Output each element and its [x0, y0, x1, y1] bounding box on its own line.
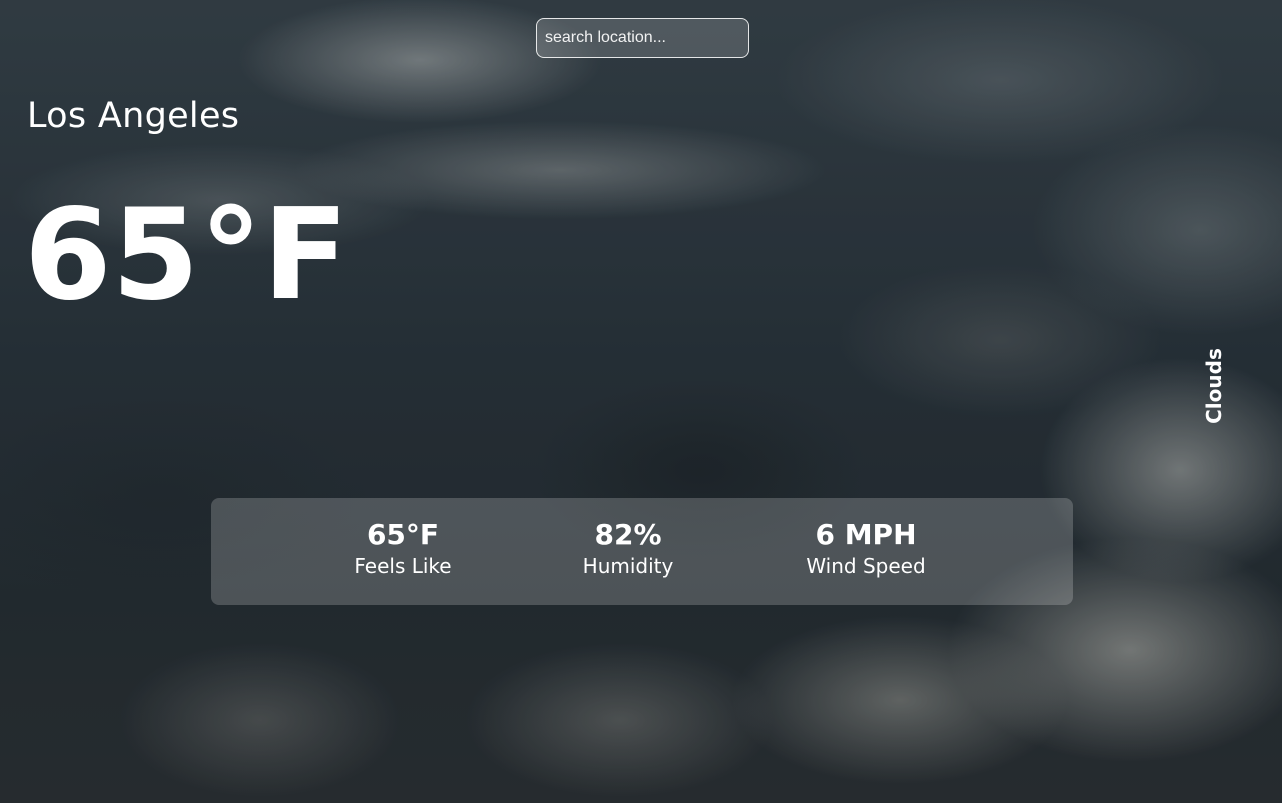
current-temperature: 65°F [24, 181, 349, 328]
wind-speed-label: Wind Speed [806, 553, 926, 578]
feels-like-label: Feels Like [354, 553, 452, 578]
search-container [536, 18, 749, 58]
weather-app: Los Angeles 65°F Clouds 65°F Feels Like … [0, 0, 1282, 803]
wind-speed-value: 6 MPH [815, 518, 917, 551]
stat-humidity: 82% Humidity [583, 518, 674, 578]
humidity-label: Humidity [582, 553, 674, 578]
weather-condition-label: Clouds [1202, 348, 1226, 424]
weather-condition: Clouds [1200, 346, 1228, 426]
feels-like-value: 65°F [366, 518, 440, 551]
city-name: Los Angeles [27, 96, 240, 136]
stat-wind-speed: 6 MPH Wind Speed [806, 518, 925, 578]
weather-stats-panel: 65°F Feels Like 82% Humidity 6 MPH Wind … [211, 498, 1073, 605]
stat-feels-like: 65°F Feels Like [354, 518, 451, 578]
humidity-value: 82% [594, 518, 662, 551]
search-location-input[interactable] [536, 18, 749, 58]
